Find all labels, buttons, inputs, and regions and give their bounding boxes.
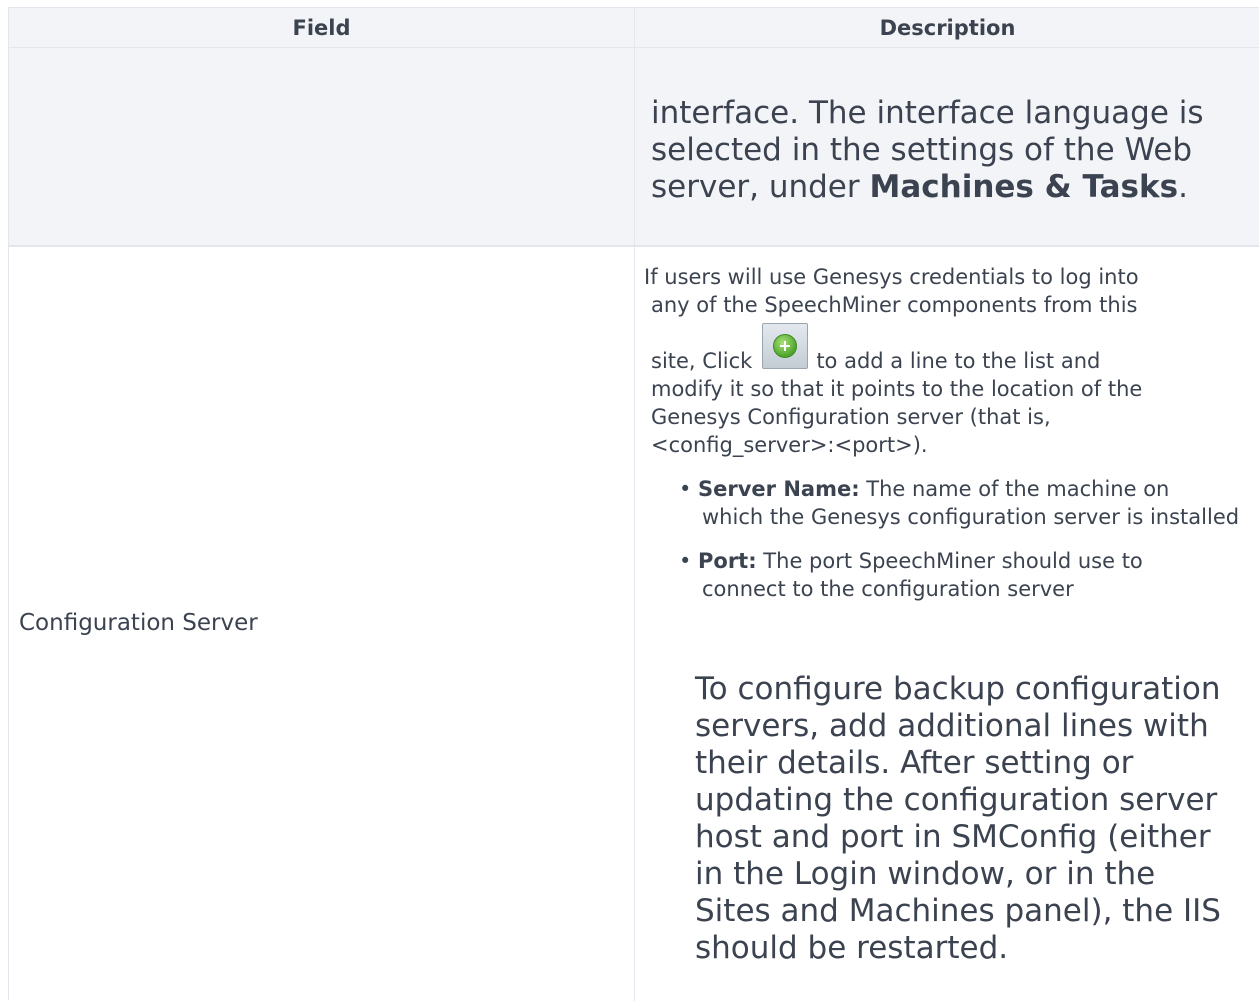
- table-row: Configuration Server If users will use G…: [9, 247, 1259, 1001]
- field-cell: [9, 48, 635, 245]
- table-row: interface. The interface language is sel…: [9, 48, 1259, 247]
- list-item: • Port: The port SpeechMiner should use …: [665, 547, 1245, 603]
- intro-line-end: to add a line to the list and: [816, 349, 1101, 373]
- note-line: updating the configuration server: [695, 782, 1218, 818]
- note-paragraph: To configure backup configuration server…: [695, 671, 1255, 967]
- field-cell: Configuration Server: [9, 247, 635, 1001]
- note-line: servers, add additional lines with: [695, 708, 1209, 744]
- plus-circle-icon: [773, 334, 798, 358]
- bullet-icon: •: [679, 477, 692, 501]
- field-label: Configuration Server: [19, 610, 258, 636]
- note-line: Sites and Machines panel), the IIS: [695, 893, 1221, 929]
- description-text: interface. The interface language is sel…: [651, 95, 1241, 206]
- intro-line: Genesys Configuration server (that is,: [651, 405, 1051, 429]
- field-list: • Server Name: The name of the machine o…: [665, 475, 1245, 619]
- list-item-text: connect to the configuration server: [702, 577, 1074, 601]
- note-line: host and port in SMConfig (either: [695, 819, 1211, 855]
- bullet-icon: •: [679, 549, 692, 573]
- list-item-text: The port SpeechMiner should use to: [756, 549, 1143, 573]
- intro-line: <config_server>:<port>).: [651, 433, 928, 457]
- note-line: should be restarted.: [695, 930, 1009, 966]
- note-line: their details. After setting or: [695, 745, 1134, 781]
- description-cell: interface. The interface language is sel…: [635, 48, 1259, 245]
- list-item-term: Server Name:: [698, 477, 860, 501]
- intro-line: any of the SpeechMiner components from t…: [651, 293, 1138, 317]
- list-item-text: which the Genesys configuration server i…: [702, 505, 1240, 529]
- intro-paragraph: If users will use Genesys credentials to…: [644, 263, 1234, 459]
- description-text-end: .: [1178, 169, 1188, 205]
- note-line: in the Login window, or in the: [695, 856, 1156, 892]
- note-line: To configure backup configuration: [695, 671, 1221, 707]
- machines-tasks-term: Machines & Tasks: [869, 169, 1179, 205]
- list-item: • Server Name: The name of the machine o…: [665, 475, 1245, 531]
- list-item-term: Port:: [698, 549, 757, 573]
- add-line-icon: [762, 323, 809, 369]
- intro-line-with-icon: site, Click to add a line to the list and: [644, 319, 1234, 375]
- intro-line-start: site, Click: [651, 349, 753, 373]
- header-description: Description: [635, 8, 1259, 48]
- intro-line: If users will use Genesys credentials to…: [644, 265, 1139, 289]
- header-field: Field: [9, 8, 635, 48]
- list-item-text: The name of the machine on: [859, 477, 1170, 501]
- intro-line: modify it so that it points to the locat…: [651, 377, 1143, 401]
- fields-table: Field Description interface. The interfa…: [8, 7, 1259, 1001]
- description-cell: If users will use Genesys credentials to…: [635, 247, 1259, 1001]
